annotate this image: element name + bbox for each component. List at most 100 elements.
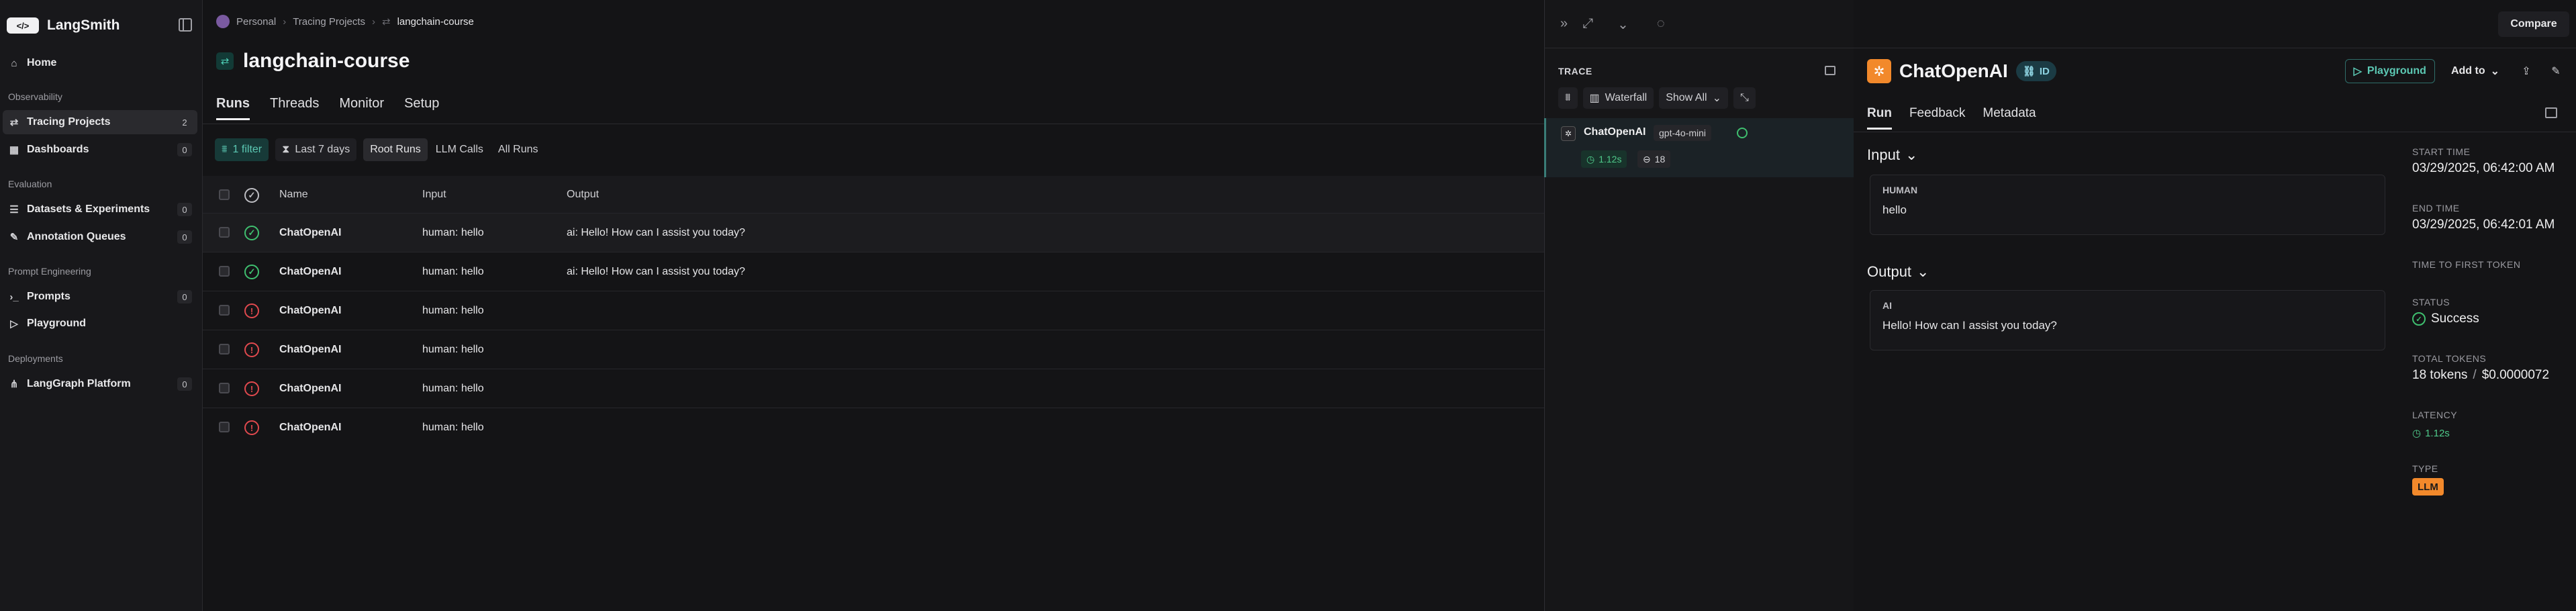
avatar [216, 15, 230, 28]
id-button[interactable]: ⛓ ID [2015, 61, 2056, 81]
tab-run[interactable]: Run [1867, 106, 1892, 130]
sidebar-item-annotation-queues[interactable]: ✎ Annotation Queues 0 [3, 225, 197, 249]
count-badge: 0 [177, 290, 192, 303]
sidebar-item-playground[interactable]: ▷ Playground [3, 312, 197, 336]
collapse-panel-icon[interactable]: » [1560, 16, 1568, 33]
table-header: ✓ Name Input Output [203, 176, 1545, 214]
detail-toolbar [1544, 0, 2576, 48]
toggle-sidebar-icon[interactable] [2545, 107, 2557, 118]
input-box: HUMAN hello [1870, 175, 2385, 235]
filter-button[interactable]: ⩩ 1 filter [215, 138, 269, 161]
brand[interactable]: </> LangSmith [7, 13, 120, 38]
meta-total-tokens: TOTAL TOKENS 18 tokens / $0.0000072 [2412, 353, 2573, 383]
playground-button[interactable]: ▷ Playground [2344, 59, 2435, 83]
sidebar-item-label: Annotation Queues [27, 231, 126, 242]
panel-toggle-icon[interactable] [1825, 66, 1835, 75]
dashboard-icon: ▦ [9, 144, 19, 156]
tab-setup[interactable]: Setup [404, 96, 439, 120]
row-name: ChatOpenAI [279, 226, 342, 238]
section-prompt-engineering: Prompt Engineering [8, 266, 91, 277]
select-all-checkbox[interactable] [219, 189, 230, 200]
sidebar-item-langgraph-platform[interactable]: ⋔ LangGraph Platform 0 [3, 372, 197, 396]
row-name: ChatOpenAI [279, 382, 342, 394]
sidebar-item-label: Prompts [27, 291, 70, 302]
chevron-down-icon: ⌄ [2490, 66, 2499, 77]
table-row[interactable]: ! ChatOpenAI human: hello [203, 291, 1545, 330]
openai-icon: ✲ [1561, 126, 1576, 141]
tab-feedback[interactable]: Feedback [1909, 106, 1965, 130]
tab-runs[interactable]: Runs [216, 96, 250, 120]
sidebar-collapse-icon[interactable] [179, 18, 192, 32]
add-to-dropdown[interactable]: Add to ⌄ [2443, 59, 2508, 83]
meta-latency: LATENCY ◷ 1.12s [2412, 410, 2573, 442]
row-input: human: hello [422, 343, 484, 355]
show-all-dropdown[interactable]: Show All ⌄ [1659, 87, 1728, 109]
tab-metadata[interactable]: Metadata [1983, 106, 2036, 130]
date-range-button[interactable]: ⧗ Last 7 days [275, 138, 357, 161]
token-icon: ⊖ [1643, 153, 1651, 164]
row-checkbox[interactable] [219, 305, 230, 316]
sidebar-item-tracing-projects[interactable]: ⇄ Tracing Projects 2 [3, 110, 197, 134]
success-icon: ✓ [244, 226, 259, 240]
breadcrumb-personal[interactable]: Personal [236, 16, 276, 28]
row-checkbox[interactable] [219, 227, 230, 238]
edit-icon[interactable]: ✎ [2545, 60, 2567, 82]
waterfall-button[interactable]: ▥ Waterfall [1582, 87, 1654, 109]
row-checkbox[interactable] [219, 422, 230, 432]
output-section-toggle[interactable]: Output ⌄ [1867, 263, 1929, 281]
success-icon: ✓ [244, 265, 259, 279]
breadcrumb-tracing-projects[interactable]: Tracing Projects [293, 16, 365, 28]
meta-start-time: START TIME 03/29/2025, 06:42:00 AM [2412, 146, 2573, 176]
sidebar-item-label: Playground [27, 318, 87, 329]
tokens-badge: ⊖ 18 [1637, 150, 1671, 168]
sidebar-item-home[interactable]: ⌂ Home [3, 51, 197, 75]
trace-tree-item[interactable]: ✲ ChatOpenAI gpt-4o-mini ◷ 1.12s ⊖ 18 [1544, 118, 1854, 177]
meta-status: STATUS ✓ Success [2412, 297, 2573, 326]
row-checkbox[interactable] [219, 344, 230, 355]
row-input: human: hello [422, 265, 484, 277]
meta-label: TIME TO FIRST TOKEN [2412, 259, 2521, 270]
input-title: Input [1867, 146, 1900, 163]
database-icon: ☰ [9, 204, 19, 216]
table-row[interactable]: ✓ ChatOpenAI human: hello ai: Hello! How… [203, 214, 1545, 252]
clock-icon: ◷ [2412, 428, 2422, 439]
play-icon: ▷ [2353, 66, 2362, 77]
table-row[interactable]: ✓ ChatOpenAI human: hello ai: Hello! How… [203, 252, 1545, 291]
segment-llm-calls[interactable]: LLM Calls [429, 138, 490, 161]
total-tokens-value: 18 tokens [2412, 368, 2468, 382]
brand-name: LangSmith [47, 17, 120, 33]
column-name[interactable]: Name [279, 176, 308, 213]
error-icon: ! [244, 381, 259, 396]
collapse-all-icon[interactable]: ⤡ [1733, 87, 1756, 109]
sidebar-item-prompts[interactable]: ›_ Prompts 0 [3, 285, 197, 309]
meta-label: START TIME [2412, 146, 2471, 157]
filter-icon[interactable]: ⩩ [1558, 87, 1578, 109]
expand-icon[interactable]: ⤢ [1582, 16, 1593, 33]
table-row[interactable]: ! ChatOpenAI human: hello [203, 330, 1545, 369]
chevron-right-icon: › [283, 15, 287, 28]
column-output[interactable]: Output [567, 176, 599, 213]
table-row[interactable]: ! ChatOpenAI human: hello [203, 369, 1545, 408]
section-observability: Observability [8, 91, 62, 102]
prompt-icon: ›_ [9, 291, 19, 303]
input-section-toggle[interactable]: Input ⌄ [1867, 146, 1917, 164]
tab-monitor[interactable]: Monitor [339, 96, 384, 120]
sidebar-item-datasets[interactable]: ☰ Datasets & Experiments 0 [3, 197, 197, 222]
row-checkbox[interactable] [219, 266, 230, 277]
meta-end-time: END TIME 03/29/2025, 06:42:01 AM [2412, 203, 2573, 232]
total-tokens-row: 18 tokens / $0.0000072 [2412, 368, 2573, 383]
sidebar-item-dashboards[interactable]: ▦ Dashboards 0 [3, 138, 197, 162]
sidebar-item-label: LangGraph Platform [27, 378, 131, 389]
compare-button[interactable]: Compare [2498, 11, 2569, 37]
table-row[interactable]: ! ChatOpenAI human: hello [203, 408, 1545, 447]
tab-threads[interactable]: Threads [270, 96, 319, 120]
chevron-down-icon[interactable]: ⌄ [1617, 16, 1629, 33]
share-icon[interactable]: ⇪ [2516, 60, 2537, 82]
latency-value: 1.12s [2425, 427, 2450, 439]
column-input[interactable]: Input [422, 176, 446, 213]
segment-root-runs[interactable]: Root Runs [363, 138, 428, 161]
trace-item-name: ChatOpenAI [1584, 126, 1646, 138]
segment-all-runs[interactable]: All Runs [491, 138, 545, 161]
row-checkbox[interactable] [219, 383, 230, 393]
output-title: Output [1867, 263, 1912, 280]
